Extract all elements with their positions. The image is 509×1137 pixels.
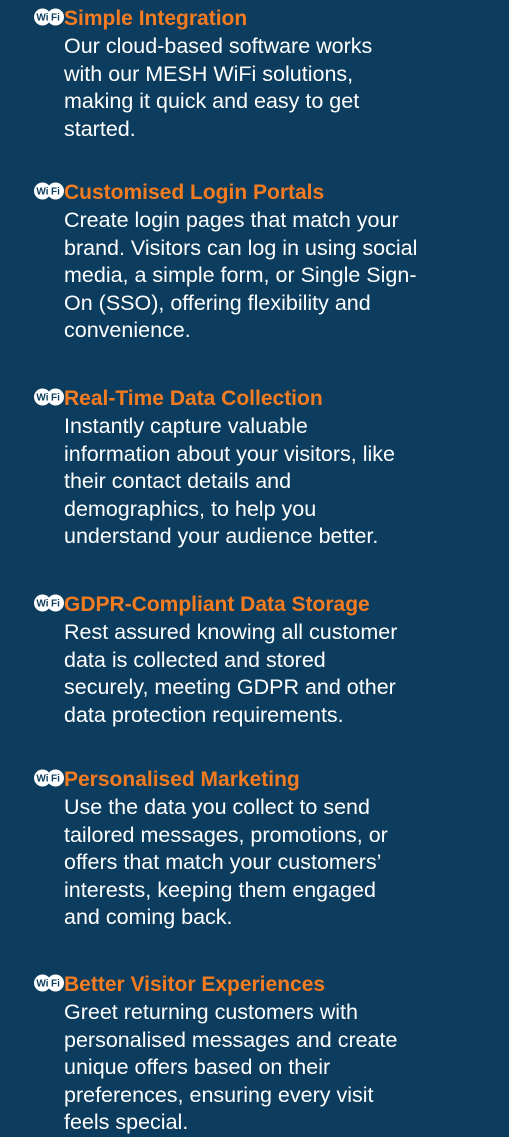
svg-text:Fi: Fi <box>51 599 60 610</box>
feature-description: Instantly capture valuable information a… <box>64 414 396 548</box>
svg-text:Wi: Wi <box>36 599 48 610</box>
svg-text:Wi: Wi <box>36 774 48 785</box>
wifi-icon: Wi Fi <box>34 182 64 200</box>
wifi-icon: Wi Fi <box>34 594 64 612</box>
svg-text:Wi: Wi <box>36 393 48 404</box>
wifi-icon: Wi Fi <box>34 8 64 26</box>
feature-description: Create login pages that match your brand… <box>64 208 418 342</box>
wifi-icon: Wi Fi <box>34 974 64 992</box>
svg-text:Fi: Fi <box>51 774 60 785</box>
feature-title: Customised Login Portals <box>64 181 325 204</box>
svg-text:Fi: Fi <box>51 13 60 24</box>
svg-text:Wi: Wi <box>36 979 48 990</box>
svg-text:Wi: Wi <box>36 13 48 24</box>
feature-description: Our cloud-based software works with our … <box>64 34 373 141</box>
feature-title: Personalised Marketing <box>64 768 300 791</box>
feature-description: Rest assured knowing all customer data i… <box>64 620 398 727</box>
svg-text:Fi: Fi <box>51 979 60 990</box>
feature-title: Simple Integration <box>64 7 248 30</box>
svg-text:Fi: Fi <box>51 393 60 404</box>
feature-title: Better Visitor Experiences <box>64 973 326 996</box>
feature-description: Use the data you collect to send tailore… <box>64 795 388 929</box>
svg-text:Fi: Fi <box>51 187 60 198</box>
wifi-icon: Wi Fi <box>34 388 64 406</box>
wifi-icon: Wi Fi <box>34 769 64 787</box>
svg-text:Wi: Wi <box>36 187 48 198</box>
feature-list: Wi Fi Simple Integration Our cloud-based… <box>0 0 509 1134</box>
feature-title: GDPR-Compliant Data Storage <box>64 593 370 616</box>
feature-title: Real-Time Data Collection <box>64 387 323 410</box>
feature-description: Greet returning customers with personali… <box>64 1000 398 1134</box>
